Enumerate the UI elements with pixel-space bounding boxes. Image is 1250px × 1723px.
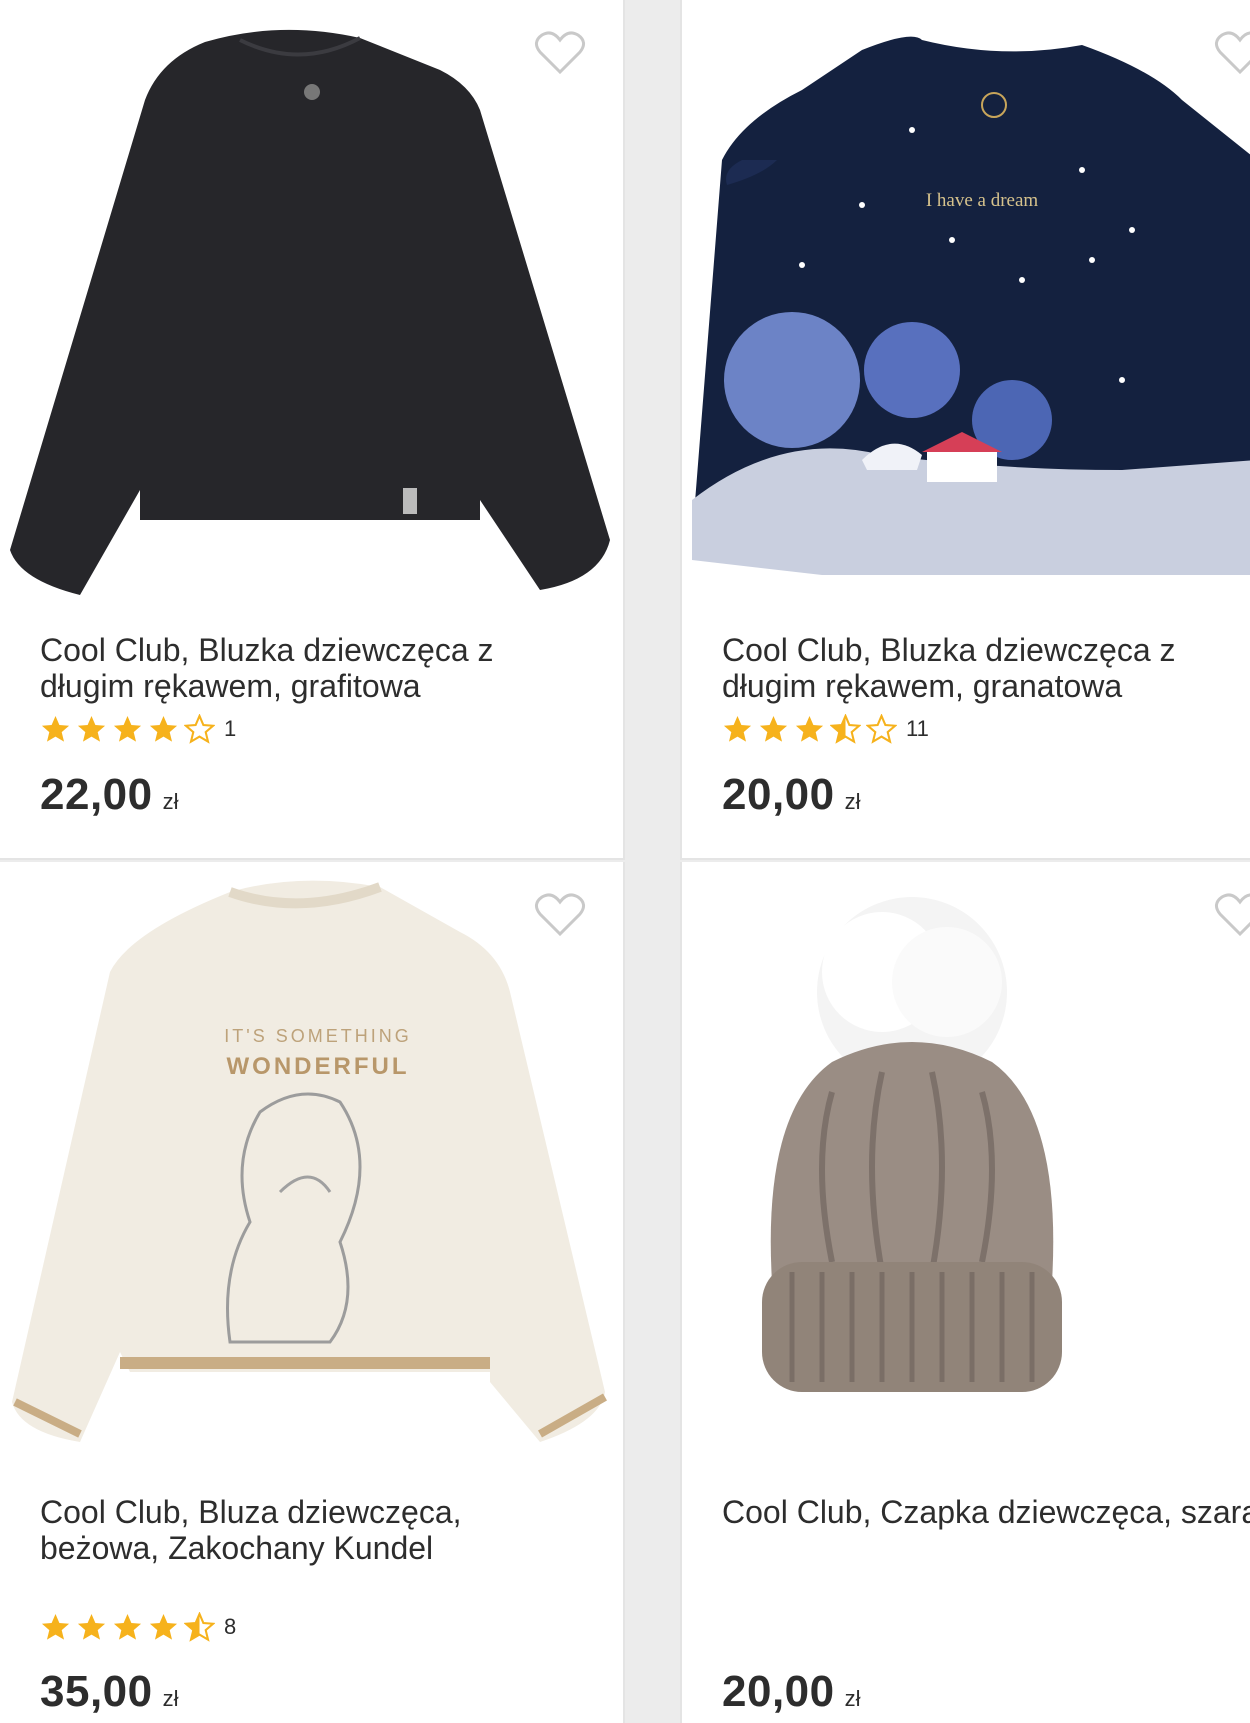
product-price: 35,00 zł [40,1667,179,1717]
price-amount: 20,00 [722,770,835,819]
product-image-grey-hat[interactable] [682,862,1250,1472]
price-currency: zł [844,1686,861,1711]
print-text: I have a dream [926,190,1039,211]
price-amount: 20,00 [722,1667,835,1716]
rating-stars [722,713,902,745]
star-full-icon [113,1613,142,1640]
price-amount: 35,00 [40,1667,153,1716]
product-title[interactable]: Cool Club, Bluzka dziewczęca z długim rę… [722,632,1250,704]
favorite-heart-icon[interactable] [1214,892,1250,938]
star-half-icon [184,1611,215,1642]
star-empty-icon [184,713,215,744]
favorite-heart-icon[interactable] [534,892,586,938]
product-image-black-top[interactable] [0,0,625,610]
star-half-icon [830,713,861,744]
favorite-heart-icon[interactable] [1214,30,1250,76]
rating-count: 11 [906,716,929,741]
price-currency: zł [162,1686,179,1711]
print-text-line1: IT'S SOMETHING [224,1026,411,1046]
star-full-icon [41,1613,70,1640]
product-image-navy-top[interactable]: I have a dream [682,0,1250,610]
product-rating: 1 [40,712,236,746]
rating-count: 1 [224,716,237,741]
product-card[interactable]: Cool Club, Czapka dziewczęca, szara 20,0… [680,862,1250,1723]
star-full-icon [723,715,752,742]
product-title[interactable]: Cool Club, Bluza dziewczęca, beżowa, Zak… [40,1494,580,1566]
price-currency: zł [162,789,179,814]
star-full-icon [113,715,142,742]
product-card[interactable]: I have a dream Cool Club, Bluzka dziewcz… [680,0,1250,860]
star-full-icon [759,715,788,742]
star-full-icon [149,1613,178,1640]
rating-stars [40,1611,220,1643]
product-price: 22,00 zł [40,770,179,820]
star-empty-icon [866,713,897,744]
favorite-heart-icon[interactable] [534,30,586,76]
product-rating: 11 [722,712,929,746]
product-price: 20,00 zł [722,770,861,820]
product-card[interactable]: Cool Club, Bluzka dziewczęca z długim rę… [0,0,625,860]
star-full-icon [77,715,106,742]
print-text-line2: WONDERFUL [227,1053,410,1080]
star-full-icon [77,1613,106,1640]
price-currency: zł [844,789,861,814]
rating-count: 8 [224,1614,237,1639]
product-rating: 8 [40,1610,236,1644]
product-price: 20,00 zł [722,1667,861,1717]
rating-stars [40,713,220,745]
product-card[interactable]: IT'S SOMETHING WONDERFUL Cool Club, Bluz… [0,862,625,1723]
star-full-icon [795,715,824,742]
price-amount: 22,00 [40,770,153,819]
product-title[interactable]: Cool Club, Czapka dziewczęca, szara [722,1494,1250,1530]
product-title[interactable]: Cool Club, Bluzka dziewczęca z długim rę… [40,632,580,704]
product-grid: Cool Club, Bluzka dziewczęca z długim rę… [0,0,1250,1723]
product-image-beige-sweatshirt[interactable]: IT'S SOMETHING WONDERFUL [0,862,625,1472]
star-full-icon [149,715,178,742]
star-full-icon [41,715,70,742]
